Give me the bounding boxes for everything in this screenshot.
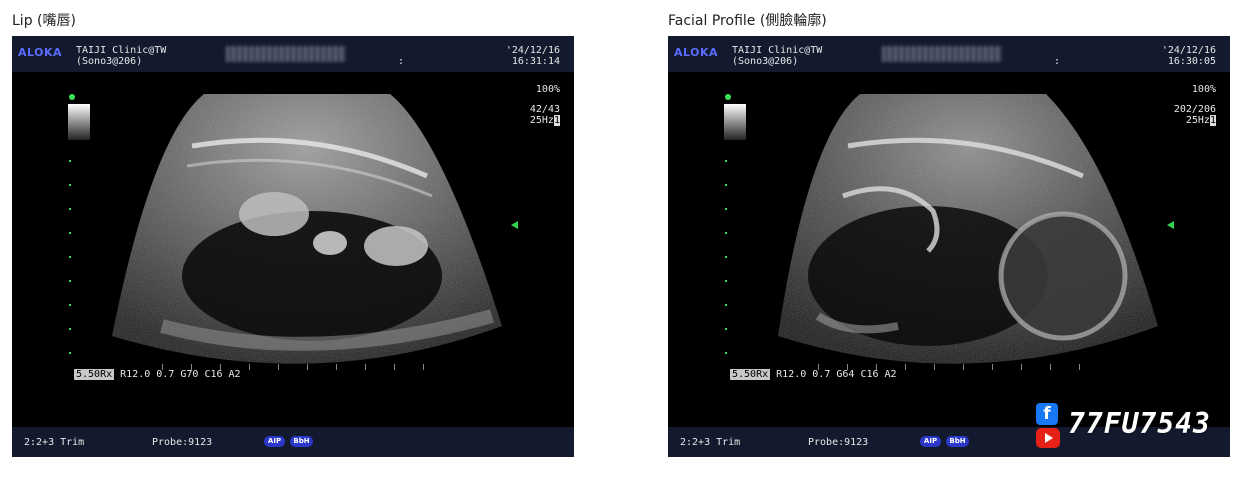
facebook-icon[interactable]: f	[1036, 403, 1058, 425]
frame-info: 42/43 25Hz1	[530, 104, 560, 126]
footer-bar: 2:2+3 Trim Probe:9123 AIP BbH	[12, 427, 574, 457]
colon: :	[1054, 56, 1061, 67]
clinic-info: TAIJI Clinic@TW (Sono3@206)	[732, 45, 822, 67]
aip-badge: AIP	[920, 436, 941, 447]
youtube-icon[interactable]	[1036, 428, 1060, 448]
grayscale-bar	[68, 104, 90, 140]
aloka-logo: ALOKA	[674, 46, 719, 59]
clinic-room: (Sono3@206)	[732, 56, 799, 67]
ultrasound-screen: ALOKA TAIJI Clinic@TW (Sono3@206) : '24/…	[668, 36, 1230, 457]
time: 16:31:14	[511, 56, 560, 67]
probe-orientation-dot	[725, 94, 731, 100]
probe-label: Probe:9123	[152, 437, 213, 448]
bbh-badge: BbH	[290, 436, 313, 447]
trim-label: 2:2+3 Trim	[680, 437, 741, 448]
ultrasound-image	[778, 94, 1158, 364]
header-bar: ALOKA TAIJI Clinic@TW (Sono3@206) : '24/…	[668, 36, 1230, 72]
scan-preset: 5.50Rx	[74, 369, 115, 380]
frame-rate: 25Hz	[529, 115, 554, 126]
ultrasound-screen: ALOKA TAIJI Clinic@TW (Sono3@206) : '24/…	[12, 36, 574, 457]
scan-parameters: 5.50Rx R12.0 0.7 G64 C16 A2	[730, 369, 897, 380]
watermark-text: 77FU7543	[1068, 407, 1211, 440]
panel-title: Lip (嘴唇)	[12, 13, 76, 29]
scan-settings: R12.0 0.7 G64 C16 A2	[776, 369, 897, 380]
header-bar: ALOKA TAIJI Clinic@TW (Sono3@206) : '24/…	[12, 36, 574, 72]
scan-settings: R12.0 0.7 G70 C16 A2	[120, 369, 241, 380]
frame-flag: 1	[1209, 115, 1216, 126]
scan-parameters: 5.50Rx R12.0 0.7 G70 C16 A2	[74, 369, 241, 380]
clinic-room: (Sono3@206)	[76, 56, 143, 67]
ultrasound-panel-lip: Lip (嘴唇) ALOKA TAIJI Clinic@TW (Sono3@20…	[12, 0, 574, 479]
ultrasound-panel-profile: Facial Profile (側臉輪廓) ALOKA TAIJI Clinic…	[668, 0, 1230, 479]
patient-id-redacted	[226, 46, 346, 62]
aip-badge: AIP	[264, 436, 285, 447]
social-watermark: f 77FU7543	[1036, 403, 1224, 449]
focus-marker-icon	[1167, 221, 1174, 229]
clinic-name: TAIJI Clinic@TW	[732, 45, 823, 56]
date-time: '24/12/16 16:31:14	[506, 45, 560, 67]
patient-id-redacted	[882, 46, 1002, 62]
clinic-info: TAIJI Clinic@TW (Sono3@206)	[76, 45, 166, 67]
probe-label: Probe:9123	[808, 437, 869, 448]
date: '24/12/16	[1161, 45, 1216, 56]
frame-rate: 25Hz	[1185, 115, 1210, 126]
grayscale-bar	[724, 104, 746, 140]
frame-count: 42/43	[529, 104, 560, 115]
aloka-logo: ALOKA	[18, 46, 63, 59]
date: '24/12/16	[505, 45, 560, 56]
ultrasound-image	[112, 94, 502, 364]
zoom-level: 100%	[1191, 84, 1216, 95]
time: 16:30:05	[1167, 56, 1216, 67]
frame-flag: 1	[553, 115, 560, 126]
trim-label: 2:2+3 Trim	[24, 437, 85, 448]
colon: :	[398, 56, 405, 67]
panel-title: Facial Profile (側臉輪廓)	[668, 13, 827, 29]
focus-marker-icon	[511, 221, 518, 229]
frame-count: 202/206	[1173, 104, 1216, 115]
zoom-level: 100%	[535, 84, 560, 95]
date-time: '24/12/16 16:30:05	[1162, 45, 1216, 67]
probe-orientation-dot	[69, 94, 75, 100]
frame-info: 202/206 25Hz1	[1174, 104, 1216, 126]
scan-preset: 5.50Rx	[730, 369, 771, 380]
bbh-badge: BbH	[946, 436, 969, 447]
clinic-name: TAIJI Clinic@TW	[76, 45, 167, 56]
